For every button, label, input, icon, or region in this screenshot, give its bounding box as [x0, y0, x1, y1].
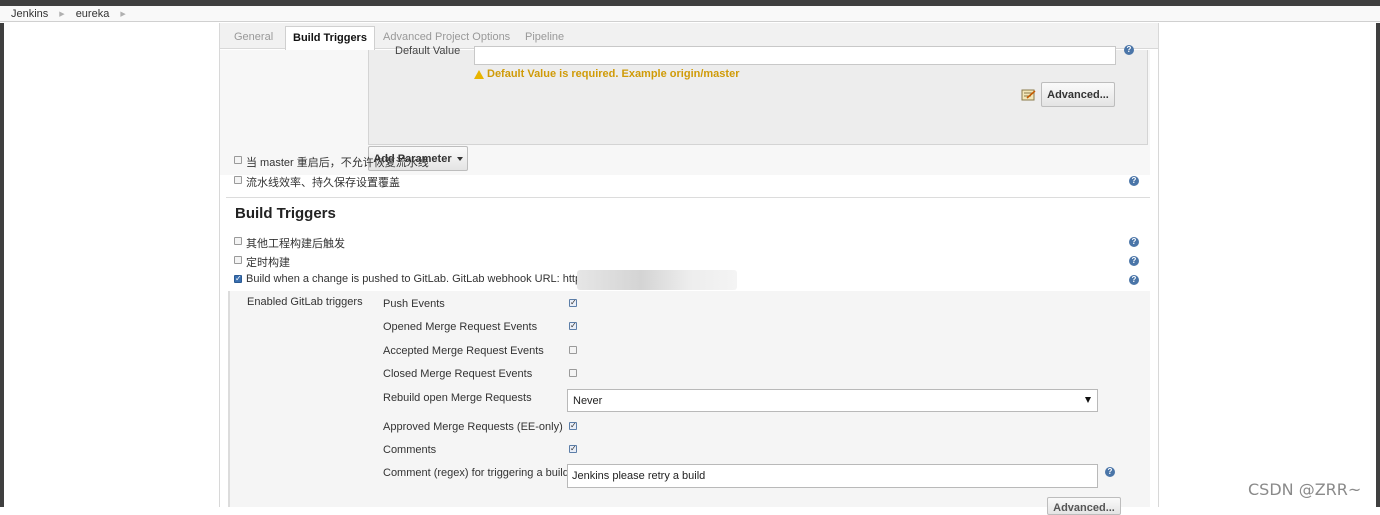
window-right-edge	[1376, 23, 1380, 507]
event-label-push: Push Events	[383, 298, 445, 310]
comment-regex-input[interactable]: Jenkins please retry a build	[567, 464, 1098, 488]
default-value-label: Default Value	[395, 45, 461, 57]
event-label-accepted-mr: Accepted Merge Request Events	[383, 345, 544, 357]
breadcrumb: Jenkins ▶ eureka ▶	[0, 6, 1380, 22]
warning-icon	[474, 69, 484, 79]
trigger-label-gitlab: Build when a change is pushed to GitLab.…	[246, 273, 597, 285]
window-left-edge	[0, 23, 4, 507]
breadcrumb-eureka[interactable]: eureka	[76, 8, 110, 20]
event-checkbox-closed-mr[interactable]	[569, 369, 577, 377]
option-checkbox-durability[interactable]	[234, 176, 242, 184]
trigger-label-periodic: 定时构建	[246, 257, 290, 269]
trigger-checkbox-periodic[interactable]	[234, 256, 242, 264]
approved-mr-checkbox[interactable]: ✓	[569, 422, 577, 430]
event-checkbox-opened-mr[interactable]: ✓	[569, 322, 577, 330]
rebuild-mr-select[interactable]: Never	[567, 389, 1098, 412]
help-icon[interactable]: ?	[1129, 237, 1139, 247]
approved-mr-label: Approved Merge Requests (EE-only)	[383, 421, 563, 433]
trigger-checkbox-gitlab[interactable]: ✓	[234, 275, 242, 283]
dropdown-arrow-icon	[1085, 397, 1091, 403]
event-checkbox-accepted-mr[interactable]	[569, 346, 577, 354]
redacted-url	[577, 270, 737, 290]
option-label-durability: 流水线效率、持久保存设置覆盖	[246, 177, 400, 189]
comments-checkbox[interactable]: ✓	[569, 445, 577, 453]
help-icon[interactable]: ?	[1129, 176, 1139, 186]
option-checkbox-no-resume[interactable]	[234, 156, 242, 164]
tab-build-triggers[interactable]: Build Triggers	[285, 26, 375, 50]
section-divider	[226, 197, 1150, 198]
help-icon[interactable]: ?	[1129, 275, 1139, 285]
gitlab-triggers-label: Enabled GitLab triggers	[247, 296, 363, 308]
notepad-icon[interactable]	[1021, 88, 1036, 101]
chevron-right-icon[interactable]: ▶	[120, 10, 125, 18]
default-value-input[interactable]	[474, 46, 1116, 65]
string-parameter-box: Default Value Default Value is required.…	[368, 45, 1148, 145]
chevron-right-icon: ▶	[59, 10, 65, 18]
rebuild-mr-label: Rebuild open Merge Requests	[383, 392, 532, 404]
breadcrumb-jenkins[interactable]: Jenkins	[11, 8, 48, 20]
rebuild-mr-value: Never	[573, 394, 603, 407]
event-label-closed-mr: Closed Merge Request Events	[383, 368, 533, 380]
help-icon[interactable]: ?	[1105, 467, 1115, 477]
tab-pipeline[interactable]: Pipeline	[525, 31, 564, 43]
parameter-advanced-button[interactable]: Advanced...	[1041, 82, 1115, 107]
config-panel: General Build Triggers Advanced Project …	[219, 23, 1159, 515]
event-checkbox-push[interactable]: ✓	[569, 299, 577, 307]
event-label-opened-mr: Opened Merge Request Events	[383, 321, 538, 333]
watermark: CSDN @ZRR~	[1248, 480, 1362, 499]
warning-text: Default Value is required. Example origi…	[487, 68, 740, 80]
trigger-checkbox-upstream[interactable]	[234, 237, 242, 245]
option-label-no-resume: 当 master 重启后，不允许恢复流水线	[246, 157, 429, 169]
comments-label: Comments	[383, 444, 437, 456]
help-icon[interactable]: ?	[1129, 256, 1139, 266]
comment-regex-label: Comment (regex) for triggering a build	[383, 467, 569, 479]
trigger-label-upstream: 其他工程构建后触发	[246, 238, 345, 250]
help-icon[interactable]: ?	[1124, 45, 1134, 55]
tab-advanced-project-options[interactable]: Advanced Project Options	[383, 31, 510, 43]
caret-down-icon	[456, 156, 463, 161]
build-triggers-heading: Build Triggers	[235, 205, 336, 222]
tab-general[interactable]: General	[234, 31, 273, 43]
gitlab-advanced-button[interactable]: Advanced...	[1047, 497, 1121, 515]
default-value-warning: Default Value is required. Example origi…	[474, 68, 739, 80]
